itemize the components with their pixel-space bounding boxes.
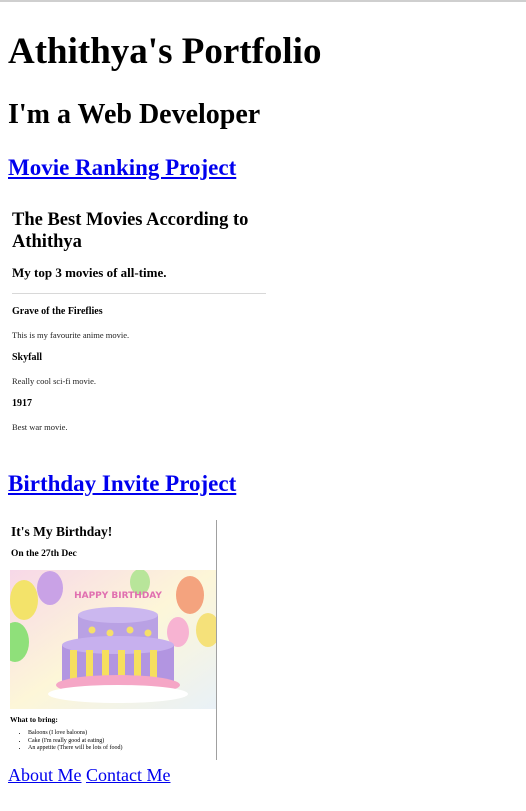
contact-me-link[interactable]: Contact Me (86, 765, 170, 785)
movie-description: Best war movie. (12, 422, 68, 432)
page-title: Athithya's Portfolio (8, 31, 322, 72)
movie-name: Skyfall (12, 352, 43, 363)
movie-ranking-project-link[interactable]: Movie Ranking Project (8, 155, 236, 181)
bring-list: Baloons (I love baloons) Cake (I'm reall… (8, 730, 214, 753)
about-me-link[interactable]: About Me (8, 765, 82, 785)
list-item: Cake (I'm really good at eating) (28, 738, 214, 746)
footer-links: About Me Contact Me (8, 764, 170, 786)
list-item: An appetite (There will be lots of food) (28, 745, 214, 753)
birthday-invite-preview-frame[interactable]: It's My Birthday! On the 27th Dec HAPPY … (8, 520, 217, 760)
birthday-date: On the 27th Dec (11, 549, 77, 559)
page-subtitle: I'm a Web Developer (8, 99, 261, 130)
what-to-bring-heading: What to bring: (10, 715, 58, 724)
movie-ranking-preview-frame[interactable]: The Best Movies According to Athithya My… (8, 202, 270, 444)
list-item: Baloons (I love baloons) (28, 730, 214, 738)
divider (12, 293, 266, 294)
movie-description: Really cool sci-fi movie. (12, 376, 97, 386)
birthday-invite-project-link[interactable]: Birthday Invite Project (8, 471, 236, 497)
cake-candle-text: HAPPY BIRTHDAY (74, 591, 162, 601)
movie-description: This is my favourite anime movie. (12, 330, 130, 340)
birthday-cake-image: HAPPY BIRTHDAY (10, 570, 216, 709)
birthday-page-title: It's My Birthday! (11, 524, 113, 539)
movie-page-title: The Best Movies According to Athithya (12, 210, 249, 252)
movie-page-subtitle: My top 3 movies of all-time. (12, 265, 167, 280)
movie-name: Grave of the Fireflies (12, 306, 103, 317)
window-top-border (0, 0, 526, 2)
movie-name: 1917 (12, 398, 32, 409)
